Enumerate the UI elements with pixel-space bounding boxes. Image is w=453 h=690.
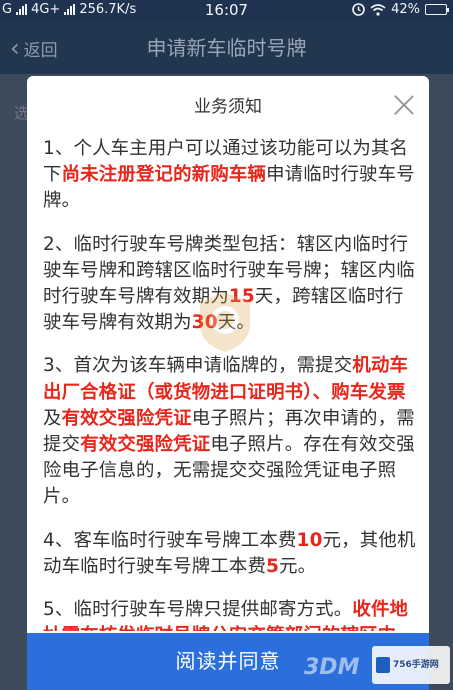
highlight-text: 5 bbox=[266, 555, 280, 577]
alarm-icon bbox=[352, 3, 365, 16]
watermark-site-logo: 756手游网 bbox=[372, 646, 450, 684]
notice-text: 3、首次为该车辆申请临牌的，需提交 bbox=[43, 355, 353, 377]
agree-button[interactable]: 阅读并同意 bbox=[27, 633, 429, 690]
battery-icon bbox=[425, 4, 449, 15]
highlight-text: 有效交强险凭证 bbox=[61, 407, 192, 429]
notice-text: 元。 bbox=[279, 555, 317, 577]
watermark-3dm: 3DM bbox=[304, 655, 360, 680]
nav-bar: ‹ 返回 申请新车临时号牌 bbox=[0, 22, 453, 74]
highlight-text: 有效交强险凭证 bbox=[80, 434, 211, 456]
status-right: 42% bbox=[352, 2, 449, 17]
notice-content[interactable]: 1、个人车主用户可以通过该功能可以为其名下尚未注册登记的新购车辆申请临时行驶车号… bbox=[43, 136, 417, 631]
highlight-text: 10 bbox=[296, 529, 323, 551]
notice-paragraph-4: 4、客车临时行驶车号牌工本费10元，其他机动车临时行驶车号牌工本费5元。 bbox=[43, 528, 417, 580]
battery-percent: 42% bbox=[391, 2, 420, 17]
page-title: 申请新车临时号牌 bbox=[146, 36, 307, 60]
close-icon[interactable] bbox=[393, 94, 415, 116]
highlight-text: 尚未注册登记的新购车辆 bbox=[61, 164, 267, 186]
watermark-site: 756手游网 bbox=[393, 660, 439, 670]
notice-paragraph-3: 3、首次为该车辆申请临牌的，需提交机动车出厂合格证（或货物进口证明书）、购车发票… bbox=[43, 353, 417, 510]
site-logo-icon bbox=[376, 657, 390, 673]
notice-paragraph-1: 1、个人车主用户可以通过该功能可以为其名下尚未注册登记的新购车辆申请临时行驶车号… bbox=[43, 136, 417, 215]
notice-text: 5、临时行驶车号牌只提供邮寄方式。 bbox=[43, 599, 353, 621]
watermark-seal-icon bbox=[200, 292, 250, 352]
notice-text: 及 bbox=[43, 407, 62, 429]
dialog-title: 业务须知 bbox=[194, 97, 262, 117]
wifi-icon bbox=[370, 3, 386, 16]
status-bar: G 4G+ 256.7K/s 16:07 42% bbox=[0, 0, 453, 22]
notice-paragraph-5: 5、临时行驶车号牌只提供邮寄方式。收件地址需在核发临时号牌公安交管部门的辖区内。 bbox=[43, 597, 417, 631]
notice-dialog: 业务须知 1、个人车主用户可以通过该功能可以为其名下尚未注册登记的新购车辆申请临… bbox=[27, 76, 429, 690]
notice-text: 4、客车临时行驶车号牌工本费 bbox=[43, 529, 297, 551]
